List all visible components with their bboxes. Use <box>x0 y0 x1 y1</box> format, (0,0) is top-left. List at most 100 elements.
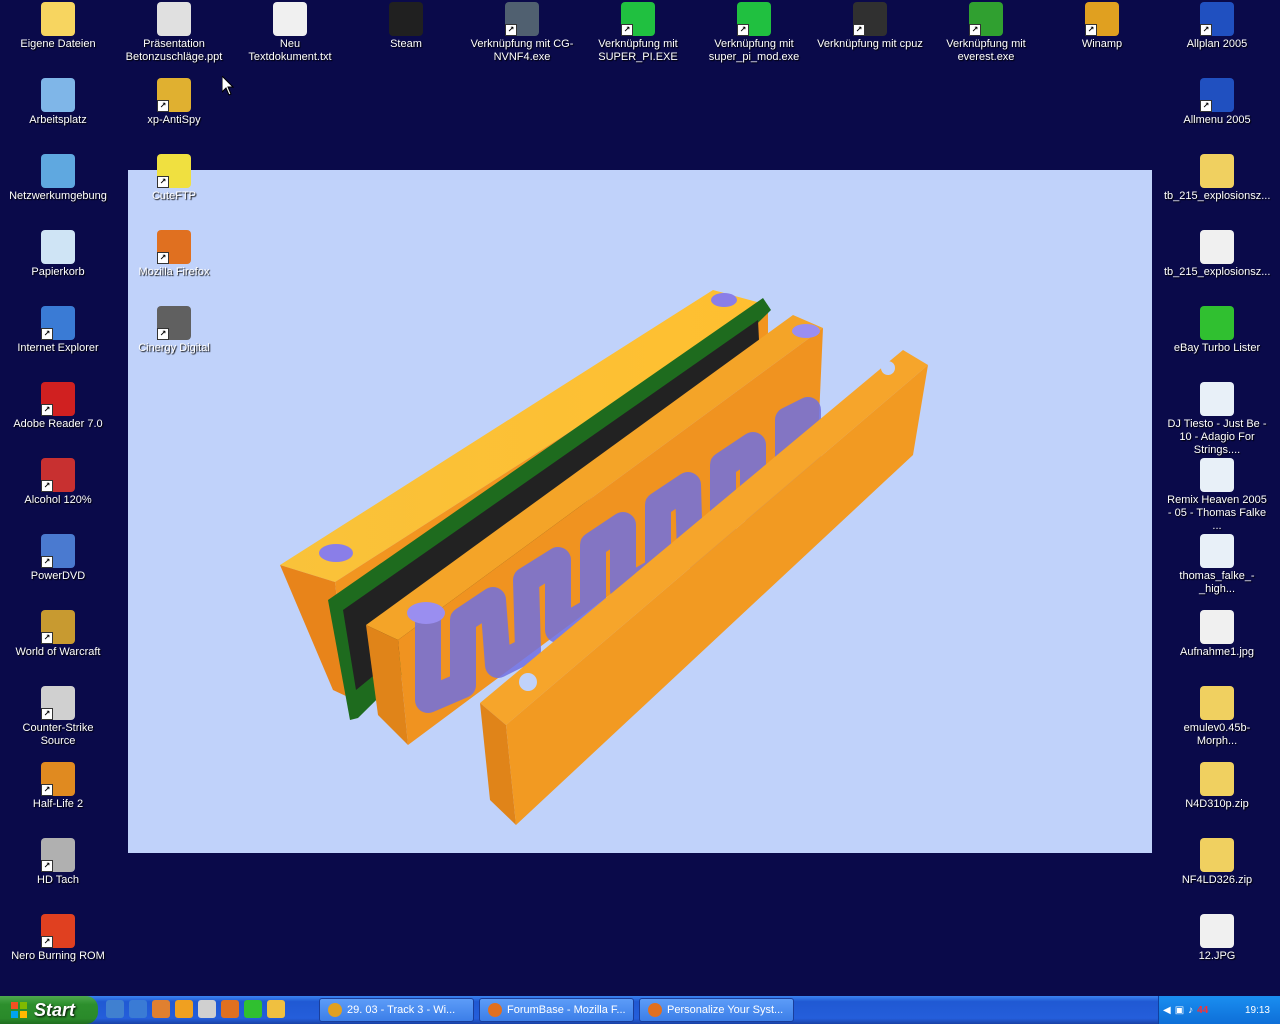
desktop[interactable]: Eigene Dateien Arbeitsplatz Netzwerkumgebu… <box>0 0 1280 996</box>
hd-tach-icon: ↗ <box>41 838 75 872</box>
desktop-icon[interactable]: Neu Textdokument.txt <box>235 2 345 64</box>
desktop-icon[interactable]: ↗ Counter-Strike Source <box>3 686 113 748</box>
tray-expand-icon[interactable]: ◀ <box>1163 1005 1171 1016</box>
system-tray: ◀ ▣ ♪ 44 19:13 <box>1158 996 1280 1024</box>
desktop-icon[interactable]: Arbeitsplatz <box>3 78 113 127</box>
super-pi-icon: ↗ <box>621 2 655 36</box>
desktop-icon-label: Alcohol 120% <box>24 494 92 506</box>
network-icon <box>41 154 75 188</box>
windows-logo-icon <box>11 1002 27 1018</box>
shortcut-arrow-icon: ↗ <box>41 784 53 796</box>
desktop-icon[interactable]: N4D310p.zip <box>1162 762 1272 811</box>
firefox-icon <box>648 1003 662 1017</box>
desktop-icon-label: xp-AntiSpy <box>147 114 201 126</box>
desktop-icon[interactable]: ↗ Verknüpfung mit super_pi_mod.exe <box>699 2 809 64</box>
wallpaper-image <box>128 170 1152 853</box>
desktop-icon[interactable]: ↗ Internet Explorer <box>3 306 113 355</box>
desktop-icon-label: N4D310p.zip <box>1185 798 1249 810</box>
image-file-icon <box>1200 610 1234 644</box>
shortcut-arrow-icon: ↗ <box>969 24 981 36</box>
desktop-icon-label: Half-Life 2 <box>32 798 84 810</box>
desktop-icon[interactable]: ↗ Adobe Reader 7.0 <box>3 382 113 431</box>
desktop-icon[interactable]: ↗ Alcohol 120% <box>3 458 113 507</box>
desktop-icon[interactable]: ↗ Verknüpfung mit SUPER_PI.EXE <box>583 2 693 64</box>
media-player-icon[interactable] <box>175 1000 193 1018</box>
desktop-icon[interactable]: 12.JPG <box>1162 914 1272 963</box>
ebay-icon[interactable] <box>244 1000 262 1018</box>
winamp-icon: ↗ <box>1085 2 1119 36</box>
tray-volume-icon[interactable]: ♪ <box>1188 1005 1193 1016</box>
desktop-icon-label: Papierkorb <box>31 266 85 278</box>
desktop-icon[interactable]: Präsentation Betonzuschläge.ppt <box>119 2 229 64</box>
taskbar-button[interactable]: 29. 03 - Track 3 - Wi... <box>319 998 474 1022</box>
shortcut-arrow-icon: ↗ <box>853 24 865 36</box>
zip-folder-icon <box>1200 838 1234 872</box>
desktop-icon[interactable]: eBay Turbo Lister <box>1162 306 1272 355</box>
cuteftp-icon: ↗ <box>157 154 191 188</box>
desktop-icon-label: Präsentation Betonzuschläge.ppt <box>125 38 223 63</box>
desktop-icon[interactable]: Eigene Dateien <box>3 2 113 51</box>
shortcut-arrow-icon: ↗ <box>157 100 169 112</box>
taskbar-button[interactable]: Personalize Your Syst... <box>639 998 794 1022</box>
desktop-icon-label: PowerDVD <box>30 570 86 582</box>
shortcut-arrow-icon: ↗ <box>1200 100 1212 112</box>
desktop-icon[interactable]: ↗ Half-Life 2 <box>3 762 113 811</box>
desktop-icon-label: Aufnahme1.jpg <box>1180 646 1254 658</box>
internet-explorer-icon[interactable] <box>129 1000 147 1018</box>
desktop-icon[interactable]: Aufnahme1.jpg <box>1162 610 1272 659</box>
desktop-icon[interactable]: ↗ Nero Burning ROM <box>3 914 113 963</box>
shortcut-arrow-icon: ↗ <box>157 176 169 188</box>
desktop-icon[interactable]: ↗ CuteFTP <box>119 154 229 203</box>
document-icon <box>1200 230 1234 264</box>
desktop-icon[interactable]: ↗ HD Tach <box>3 838 113 887</box>
desktop-icon[interactable]: ↗ PowerDVD <box>3 534 113 583</box>
firefox-icon[interactable] <box>221 1000 239 1018</box>
ram-cooler-render <box>280 290 928 825</box>
cpuz-icon: ↗ <box>853 2 887 36</box>
desktop-icon[interactable]: Netzwerkumgebung <box>3 154 113 203</box>
half-life-icon: ↗ <box>41 762 75 796</box>
desktop-icon[interactable]: Steam <box>351 2 461 51</box>
taskbar-button[interactable]: ForumBase - Mozilla F... <box>479 998 634 1022</box>
desktop-icon[interactable]: ↗ Winamp <box>1047 2 1157 51</box>
desktop-icon[interactable]: ↗ World of Warcraft <box>3 610 113 659</box>
desktop-icon-label: Netzwerkumgebung <box>9 190 107 202</box>
clock-icon[interactable] <box>267 1000 285 1018</box>
desktop-icon[interactable]: emulev0.45b-Morph... <box>1162 686 1272 748</box>
desktop-icon[interactable]: Remix Heaven 2005 - 05 - Thomas Falke ..… <box>1162 458 1272 533</box>
desktop-icon-label: Adobe Reader 7.0 <box>13 418 103 430</box>
desktop-icon[interactable]: ↗ Allmenu 2005 <box>1162 78 1272 127</box>
media-icon[interactable] <box>152 1000 170 1018</box>
desktop-icon[interactable]: thomas_falke_-_high... <box>1162 534 1272 596</box>
tray-temperature[interactable]: 44 <box>1197 1005 1208 1016</box>
zip-folder-icon <box>1200 762 1234 796</box>
notepad-icon[interactable] <box>198 1000 216 1018</box>
desktop-icon[interactable]: DJ Tiesto - Just Be - 10 - Adagio For St… <box>1162 382 1272 457</box>
cinergy-icon: ↗ <box>157 306 191 340</box>
clock[interactable]: 19:13 <box>1245 1005 1270 1016</box>
desktop-icon[interactable]: tb_215_explosionsz... <box>1162 154 1272 203</box>
shortcut-arrow-icon: ↗ <box>41 708 53 720</box>
desktop-icon[interactable]: NF4LD326.zip <box>1162 838 1272 887</box>
desktop-icon[interactable]: ↗ Allplan 2005 <box>1162 2 1272 51</box>
steam-icon <box>389 2 423 36</box>
internet-explorer-icon: ↗ <box>41 306 75 340</box>
tray-network-icon[interactable]: ▣ <box>1175 1005 1184 1016</box>
desktop-icon[interactable]: ↗ Mozilla Firefox <box>119 230 229 279</box>
desktop-icon[interactable]: ↗ xp-AntiSpy <box>119 78 229 127</box>
desktop-icon[interactable] <box>106 1000 124 1018</box>
desktop-icon-label: DJ Tiesto - Just Be - 10 - Adagio For St… <box>1167 418 1267 456</box>
desktop-icon[interactable]: ↗ Cinergy Digital <box>119 306 229 355</box>
shortcut-arrow-icon: ↗ <box>621 24 633 36</box>
taskbar-button-label: 29. 03 - Track 3 - Wi... <box>347 1004 456 1016</box>
desktop-icon[interactable]: ↗ Verknüpfung mit everest.exe <box>931 2 1041 64</box>
start-button[interactable]: Start <box>0 996 98 1024</box>
desktop-icon[interactable]: tb_215_explosionsz... <box>1162 230 1272 279</box>
desktop-icon-label: tb_215_explosionsz... <box>1164 266 1271 278</box>
taskbar: Start 29. 03 - Track 3 - Wi... ForumBase … <box>0 996 1280 1024</box>
shortcut-arrow-icon: ↗ <box>41 860 53 872</box>
desktop-icon[interactable]: ↗ Verknüpfung mit CG-NVNF4.exe <box>467 2 577 64</box>
desktop-icon-label: Eigene Dateien <box>20 38 96 50</box>
desktop-icon[interactable]: ↗ Verknüpfung mit cpuz <box>815 2 925 51</box>
desktop-icon[interactable]: Papierkorb <box>3 230 113 279</box>
